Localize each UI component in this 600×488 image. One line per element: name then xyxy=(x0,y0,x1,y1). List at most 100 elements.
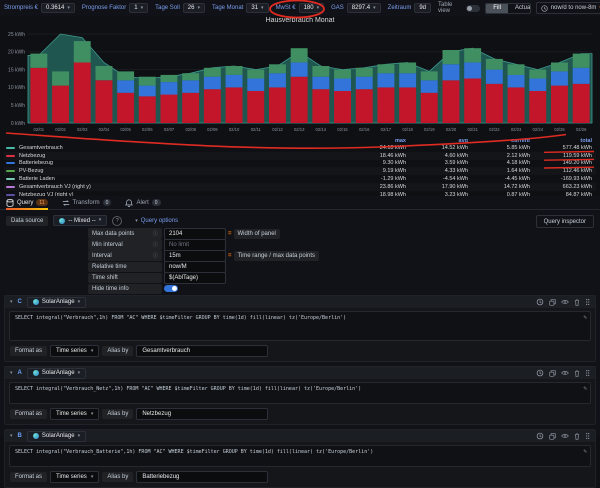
series-name[interactable]: PV-Bezug xyxy=(19,168,348,174)
series-name[interactable]: Gesamtverbrauch xyxy=(19,145,348,151)
sql-query-input[interactable]: SELECT integral("Verbrauch_Netz",1h) FRO… xyxy=(9,382,591,404)
legend-column-total[interactable]: total xyxy=(534,138,596,144)
series-name[interactable]: Batterie Laden xyxy=(19,176,348,182)
tab-transform[interactable]: Transform0 xyxy=(62,196,112,209)
series-color-swatch[interactable] xyxy=(6,178,15,180)
relative-time-input[interactable]: now/M xyxy=(164,261,226,273)
history-icon[interactable] xyxy=(536,298,544,306)
fill-button[interactable]: Fill xyxy=(486,4,508,13)
time-range-picker[interactable]: now/d to now-8m CET ▾ xyxy=(536,2,600,14)
grip-icon[interactable] xyxy=(585,369,590,377)
query-card-header[interactable]: ▾ASolarAnlage▾ xyxy=(5,367,595,379)
query-actions xyxy=(536,298,590,306)
datasource-icon xyxy=(33,370,39,376)
series-color-swatch[interactable] xyxy=(6,162,15,164)
series-color-swatch[interactable] xyxy=(6,186,15,188)
history-icon[interactable] xyxy=(536,432,544,440)
legend-column-current[interactable]: current xyxy=(472,138,534,144)
history-icon[interactable] xyxy=(536,369,544,377)
actual-button[interactable]: Actual xyxy=(508,4,531,13)
format-as-select[interactable]: Time series▾ xyxy=(50,471,99,483)
edit-pencil-icon[interactable]: ✎ xyxy=(583,314,587,321)
toggle-knob xyxy=(467,6,472,11)
query-inspector-button[interactable]: Query inspector xyxy=(536,215,594,228)
eye-icon[interactable] xyxy=(561,370,569,376)
bar-segment-pv-bezug xyxy=(204,68,221,77)
variable-value-dropdown[interactable]: 180▾ xyxy=(299,3,325,13)
collapse-chevron-icon[interactable]: ▾ xyxy=(10,299,13,305)
legend-row: Gesamtverbrauch24.18 kWh14.52 kWh5.85 kW… xyxy=(4,144,596,152)
alias-input[interactable]: Netzbezug xyxy=(136,408,268,420)
hide-time-info-toggle[interactable] xyxy=(164,285,178,292)
datasource-picker[interactable]: -- Mixed -- ▾ xyxy=(53,215,107,226)
interval-input[interactable]: 15m xyxy=(164,250,226,262)
max-data-points-input[interactable]: 2104 xyxy=(164,228,226,240)
bar-segment-pv-bezug xyxy=(356,68,373,77)
consumption-chart[interactable]: 0 kWh5 kWh10 kWh15 kWh20 kWh25 kWh02/010… xyxy=(0,26,600,138)
variable-tage-monat: Tage Monat31▾ xyxy=(212,3,269,13)
trash-icon[interactable] xyxy=(574,433,580,440)
variable-value-dropdown[interactable]: 9d xyxy=(414,3,431,13)
trash-icon[interactable] xyxy=(574,370,580,377)
hide-time-info-row: Hide time info xyxy=(88,284,319,294)
variable-value-dropdown[interactable]: 8297.4▾ xyxy=(347,3,381,13)
format-as-label: Format as xyxy=(10,346,47,356)
chevron-down-icon: ▾ xyxy=(197,6,200,11)
alias-input[interactable]: Gesamtverbrauch xyxy=(136,345,268,357)
bar-segment-netzbezug xyxy=(312,89,329,123)
alias-input[interactable]: Batteriebezug xyxy=(136,471,268,483)
sql-query-input[interactable]: SELECT integral("Verbrauch_Batterie",1h)… xyxy=(9,445,591,467)
series-color-swatch[interactable] xyxy=(6,147,15,149)
sql-query-input[interactable]: SELECT integral("Verbrauch",1h) FROM "AC… xyxy=(9,311,591,341)
variable-value-dropdown[interactable]: 31▾ xyxy=(246,3,268,13)
bar-segment-pv-bezug xyxy=(30,54,47,68)
query-datasource-picker[interactable]: SolarAnlage▾ xyxy=(27,368,86,379)
bar-segment-batteriebezug xyxy=(269,73,286,87)
legend-column-max[interactable]: max xyxy=(348,138,410,144)
tab-query[interactable]: Query11 xyxy=(6,196,48,209)
copy-icon[interactable] xyxy=(549,299,556,306)
variable-value-dropdown[interactable]: 1▾ xyxy=(129,3,148,13)
legend-cell-avg: -4.54 kWh xyxy=(410,176,472,182)
eye-icon[interactable] xyxy=(561,433,569,439)
query-card-footer: Format asTime series▾Alias byGesamtverbr… xyxy=(5,344,595,361)
legend-row: Batterie Laden-1.29 kWh-4.54 kWh-4.45 kW… xyxy=(4,175,596,183)
copy-icon[interactable] xyxy=(549,433,556,440)
series-name[interactable]: Gesamtverbrauch VJ (right y) xyxy=(19,184,348,190)
variable-label: GAS xyxy=(331,5,344,11)
collapse-chevron-icon[interactable]: ▾ xyxy=(10,370,13,376)
collapse-chevron-icon[interactable]: ▾ xyxy=(10,433,13,439)
query-datasource-picker[interactable]: SolarAnlage▾ xyxy=(27,297,86,308)
series-name[interactable]: Netzbezug xyxy=(19,153,348,159)
query-datasource-picker[interactable]: SolarAnlage▾ xyxy=(27,431,86,442)
grip-icon[interactable] xyxy=(585,298,590,306)
datasource-label: Data source xyxy=(6,216,48,226)
legend-row: Gesamtverbrauch VJ (right y)23.86 kWh17.… xyxy=(4,183,596,191)
edit-pencil-icon[interactable]: ✎ xyxy=(583,385,587,392)
eye-icon[interactable] xyxy=(561,299,569,305)
min-interval-input[interactable]: No limit xyxy=(164,239,226,251)
table-view-toggle[interactable] xyxy=(466,5,480,12)
copy-icon[interactable] xyxy=(549,370,556,377)
bar-segment-batteriebezug xyxy=(573,68,590,84)
time-shift-input[interactable]: $(AblTage) xyxy=(164,272,226,284)
grip-icon[interactable] xyxy=(585,432,590,440)
variable-value-dropdown[interactable]: 26▾ xyxy=(183,3,205,13)
trash-icon[interactable] xyxy=(574,299,580,306)
tab-alert[interactable]: Alert0 xyxy=(125,196,160,209)
series-color-swatch[interactable] xyxy=(6,155,15,157)
variable-label: Tage Monat xyxy=(212,5,243,11)
format-as-select[interactable]: Time series▾ xyxy=(50,408,99,420)
format-as-select[interactable]: Time series▾ xyxy=(50,345,99,357)
query-options-toggle[interactable]: ▾ Query options xyxy=(135,218,178,224)
chevron-down-icon: ▾ xyxy=(67,6,70,11)
variable-value-dropdown[interactable]: 0.3614▾ xyxy=(41,3,75,13)
series-name[interactable]: Batteriebezug xyxy=(19,160,348,166)
query-card-header[interactable]: ▾CSolarAnlage▾ xyxy=(5,296,595,308)
series-color-swatch[interactable] xyxy=(6,170,15,172)
help-icon[interactable]: ? xyxy=(112,216,122,226)
fill-actual-segmented: Fill Actual xyxy=(485,3,530,14)
legend-column-avg[interactable]: avg xyxy=(410,138,472,144)
edit-pencil-icon[interactable]: ✎ xyxy=(583,448,587,455)
query-card-header[interactable]: ▾BSolarAnlage▾ xyxy=(5,430,595,442)
